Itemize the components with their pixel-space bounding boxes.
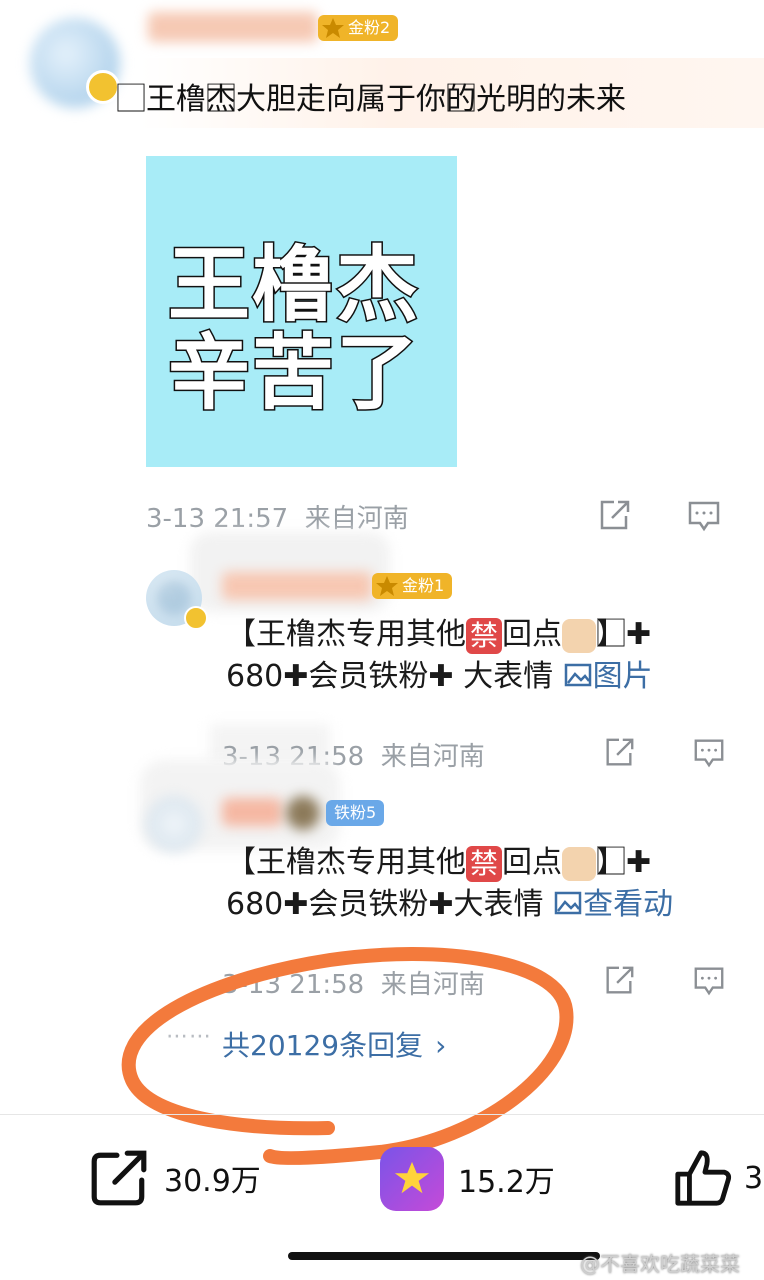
reply-text-line2: 680✚会员铁粉✚大表情 查看动 [226, 887, 674, 922]
comment-icon[interactable] [692, 736, 726, 770]
thumbs-up-emoji [562, 618, 597, 653]
more-replies-link[interactable]: 共20129条回复 › [222, 1024, 446, 1064]
collect-icon [380, 1147, 444, 1211]
medal-icon [322, 18, 344, 38]
image-icon [564, 663, 591, 687]
comment-icon[interactable] [686, 498, 722, 534]
medal-icon [376, 576, 398, 596]
plus-emoji: ✚ [283, 887, 309, 922]
plus-emoji: ✚ [626, 845, 652, 880]
reply-text-line1: 【王橹杰专用其他禁回点 】⃞✚ [226, 617, 652, 654]
thumbs-up-emoji [562, 846, 597, 881]
share-icon [91, 1150, 147, 1206]
image-link[interactable]: 图片 [563, 659, 653, 694]
share-icon[interactable] [602, 964, 636, 998]
plus-emoji: ✚ [428, 887, 454, 922]
divider [0, 1114, 764, 1115]
thumbs-up-icon [675, 1150, 732, 1206]
fan-badge: 金粉1 [372, 573, 453, 599]
verified-icon [86, 70, 120, 104]
username[interactable] [148, 12, 318, 42]
badge-label: 铁粉5 [334, 803, 377, 822]
post-image[interactable]: 王橹杰 辛苦了 [146, 156, 457, 467]
reply-text: 【王橹杰专用其他禁回点 】⃞✚ 680✚会员铁粉✚ 大表情 图片 [226, 614, 764, 710]
view-link[interactable]: 查看动 [553, 887, 673, 922]
badge-label: 金粉1 [402, 576, 445, 595]
dots-icon: ⋯⋯ [166, 1024, 212, 1049]
post-meta: 3-13 21:57 来自河南 [146, 504, 409, 534]
repost-button[interactable]: 30.9万 [88, 1148, 261, 1208]
reply-text: 【王橹杰专用其他禁回点 】⃞✚ 680✚会员铁粉✚大表情 查看动 [226, 842, 764, 938]
avatar[interactable] [146, 796, 202, 852]
image-caption-line2: 辛苦了 [166, 325, 421, 423]
collect-button[interactable]: 15.2万 [380, 1146, 555, 1212]
forbidden-emoji: 禁 [466, 617, 503, 654]
comment-icon[interactable] [692, 964, 726, 998]
like-button[interactable]: 3 [672, 1146, 763, 1210]
forbidden-emoji: 禁 [466, 845, 503, 882]
collect-count: 15.2万 [458, 1165, 555, 1200]
post-text: ⃞王橹杰⃞大胆走向属于你的⃞光明的未来 [146, 82, 626, 117]
share-count: 30.9万 [164, 1164, 261, 1199]
badge-label: 金粉2 [348, 18, 391, 37]
share-icon[interactable] [602, 736, 636, 770]
share-icon[interactable] [596, 498, 632, 534]
like-count: 3 [744, 1160, 764, 1196]
fan-badge: 铁粉5 [326, 800, 385, 826]
reply-text-line1: 【王橹杰专用其他禁回点 】⃞✚ [226, 845, 652, 882]
reply-meta: 3-13 21:58 来自河南 [222, 970, 485, 1000]
home-indicator [288, 1252, 600, 1260]
plus-emoji: ✚ [428, 659, 454, 694]
reply-text-line2: 680✚会员铁粉✚ 大表情 图片 [226, 659, 653, 694]
verified-icon [184, 606, 208, 630]
chevron-right-icon: › [435, 1029, 447, 1062]
watermark: @不喜欢吃蔬菜菜 [580, 1252, 740, 1276]
image-icon [554, 891, 582, 915]
username[interactable] [222, 798, 282, 826]
username[interactable] [222, 572, 372, 600]
plus-emoji: ✚ [626, 617, 652, 652]
star-icon [394, 1161, 430, 1194]
username-emoji [286, 796, 320, 830]
fan-badge: 金粉2 [318, 15, 399, 41]
plus-emoji: ✚ [283, 659, 309, 694]
